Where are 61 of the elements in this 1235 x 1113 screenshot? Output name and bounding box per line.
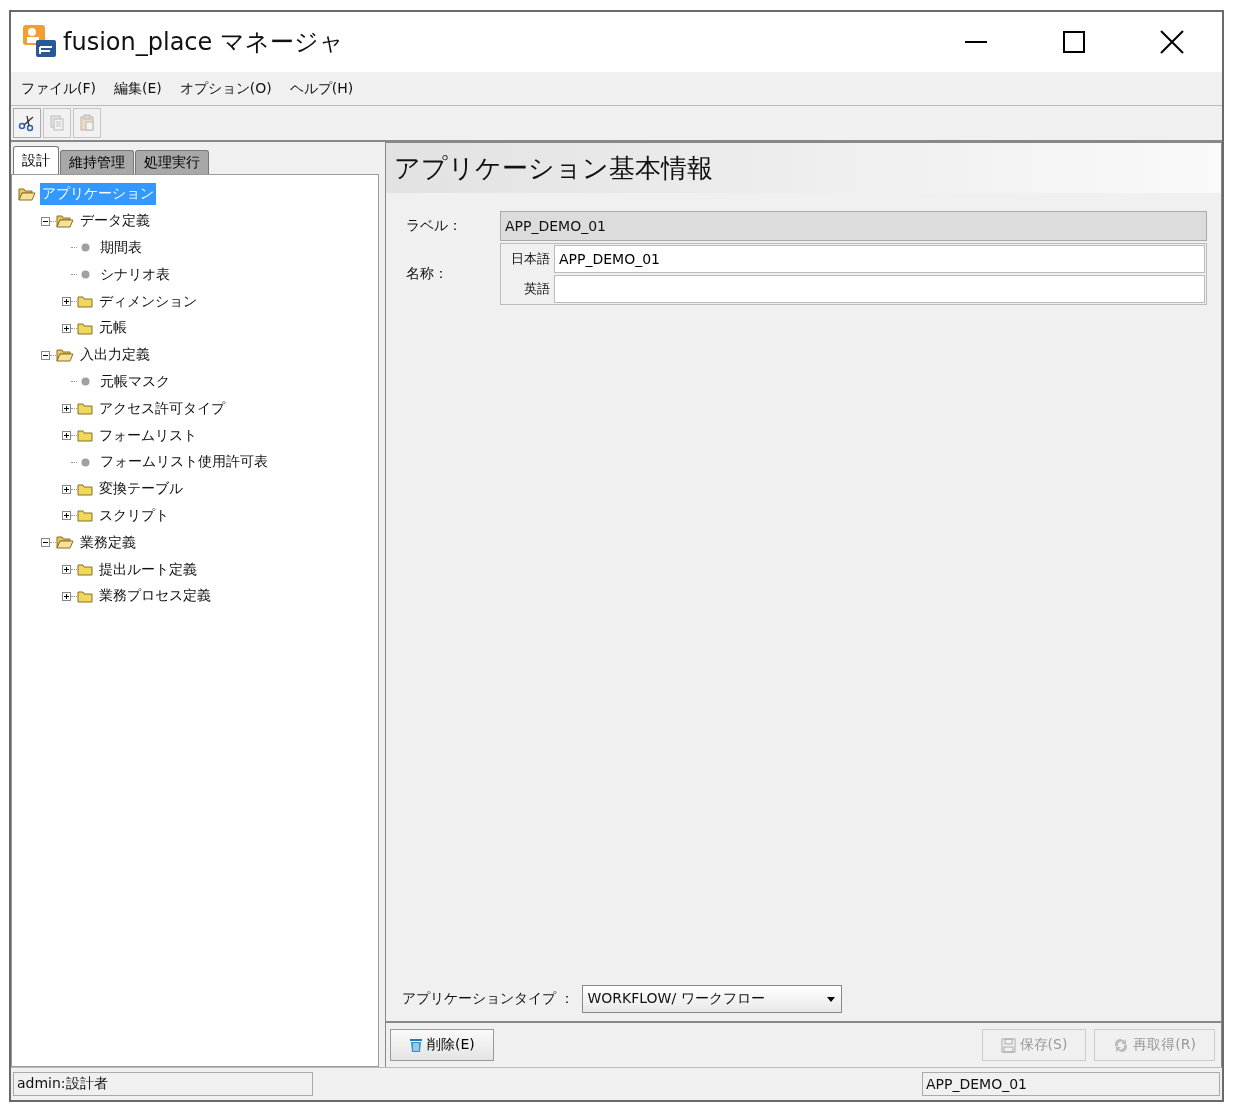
- field-label: 名称：: [406, 265, 449, 283]
- dot-icon: [81, 243, 90, 253]
- collapse-icon[interactable]: [41, 216, 50, 226]
- expand-icon[interactable]: [62, 323, 71, 333]
- tree-item[interactable]: アクセス許可タイプ: [97, 397, 227, 420]
- copy-icon: [48, 114, 66, 132]
- tab[interactable]: 処理実行: [135, 150, 209, 174]
- tree-item[interactable]: スクリプト: [97, 504, 171, 527]
- collapse-icon[interactable]: [41, 538, 50, 548]
- status-application: APP_DEMO_01: [922, 1072, 1220, 1096]
- delete-button[interactable]: 削除(E): [390, 1029, 494, 1061]
- expand-icon[interactable]: [62, 297, 71, 307]
- tree-item[interactable]: 業務定義: [78, 531, 138, 554]
- dot-icon: [81, 377, 90, 387]
- tree-item[interactable]: 期間表: [98, 237, 144, 259]
- scissors-icon: [18, 114, 36, 132]
- menu-item[interactable]: ヘルプ(H): [289, 79, 354, 98]
- tree-item[interactable]: 業務プロセス定義: [97, 585, 213, 608]
- tab[interactable]: 維持管理: [60, 150, 134, 174]
- language-label: 日本語: [510, 250, 551, 268]
- expand-icon[interactable]: [62, 565, 71, 575]
- status-user: admin:設計者: [13, 1072, 313, 1096]
- tree-item[interactable]: 入出力定義: [78, 344, 152, 367]
- dot-icon: [81, 457, 90, 467]
- dropdown-arrow-icon: [827, 996, 836, 1002]
- app-logo-icon: [23, 25, 57, 59]
- dot-icon: [81, 270, 90, 280]
- tree-item[interactable]: 変換テーブル: [97, 478, 185, 501]
- menu-item[interactable]: ファイル(F): [21, 79, 96, 98]
- maximize-icon[interactable]: [1062, 30, 1086, 54]
- menu-item[interactable]: 編集(E): [114, 79, 162, 98]
- expand-icon[interactable]: [62, 484, 71, 494]
- label-field: APP_DEMO_01: [500, 211, 1207, 241]
- field-label: ラベル：: [406, 217, 463, 235]
- trash-icon: [409, 1037, 423, 1053]
- scissors-button[interactable]: [13, 108, 41, 138]
- collapse-icon[interactable]: [41, 350, 50, 360]
- expand-icon[interactable]: [62, 431, 71, 441]
- panel-title: アプリケーション基本情報: [386, 143, 1221, 193]
- tree-item[interactable]: 元帳マスク: [98, 370, 172, 393]
- tab[interactable]: 設計: [13, 146, 59, 174]
- name-input-field[interactable]: APP_DEMO_01: [554, 245, 1205, 273]
- tree-item[interactable]: フォームリスト: [97, 424, 199, 447]
- close-icon[interactable]: [1160, 30, 1184, 54]
- name-input-field[interactable]: [554, 275, 1205, 303]
- window-title: fusion_place マネージャ: [63, 27, 344, 58]
- tree-item[interactable]: フォームリスト使用許可表: [98, 451, 270, 474]
- refresh-icon: [1113, 1037, 1130, 1053]
- expand-icon[interactable]: [62, 591, 71, 601]
- field-label: アプリケーションタイプ ：: [402, 990, 575, 1008]
- tree-item[interactable]: データ定義: [78, 210, 152, 233]
- expand-icon[interactable]: [62, 511, 71, 521]
- clipboard-icon: [78, 114, 96, 132]
- tree-item[interactable]: シナリオ表: [98, 263, 172, 286]
- tree-item[interactable]: ディメンション: [97, 290, 199, 313]
- tree-item[interactable]: 提出ルート定義: [97, 558, 199, 581]
- application-type-dropdown[interactable]: WORKFLOW/ ワークフロー: [582, 985, 843, 1013]
- tree-item[interactable]: 元帳: [97, 317, 129, 340]
- menu-item[interactable]: オプション(O): [179, 79, 272, 98]
- language-label: 英語: [523, 280, 551, 298]
- expand-icon[interactable]: [62, 404, 71, 414]
